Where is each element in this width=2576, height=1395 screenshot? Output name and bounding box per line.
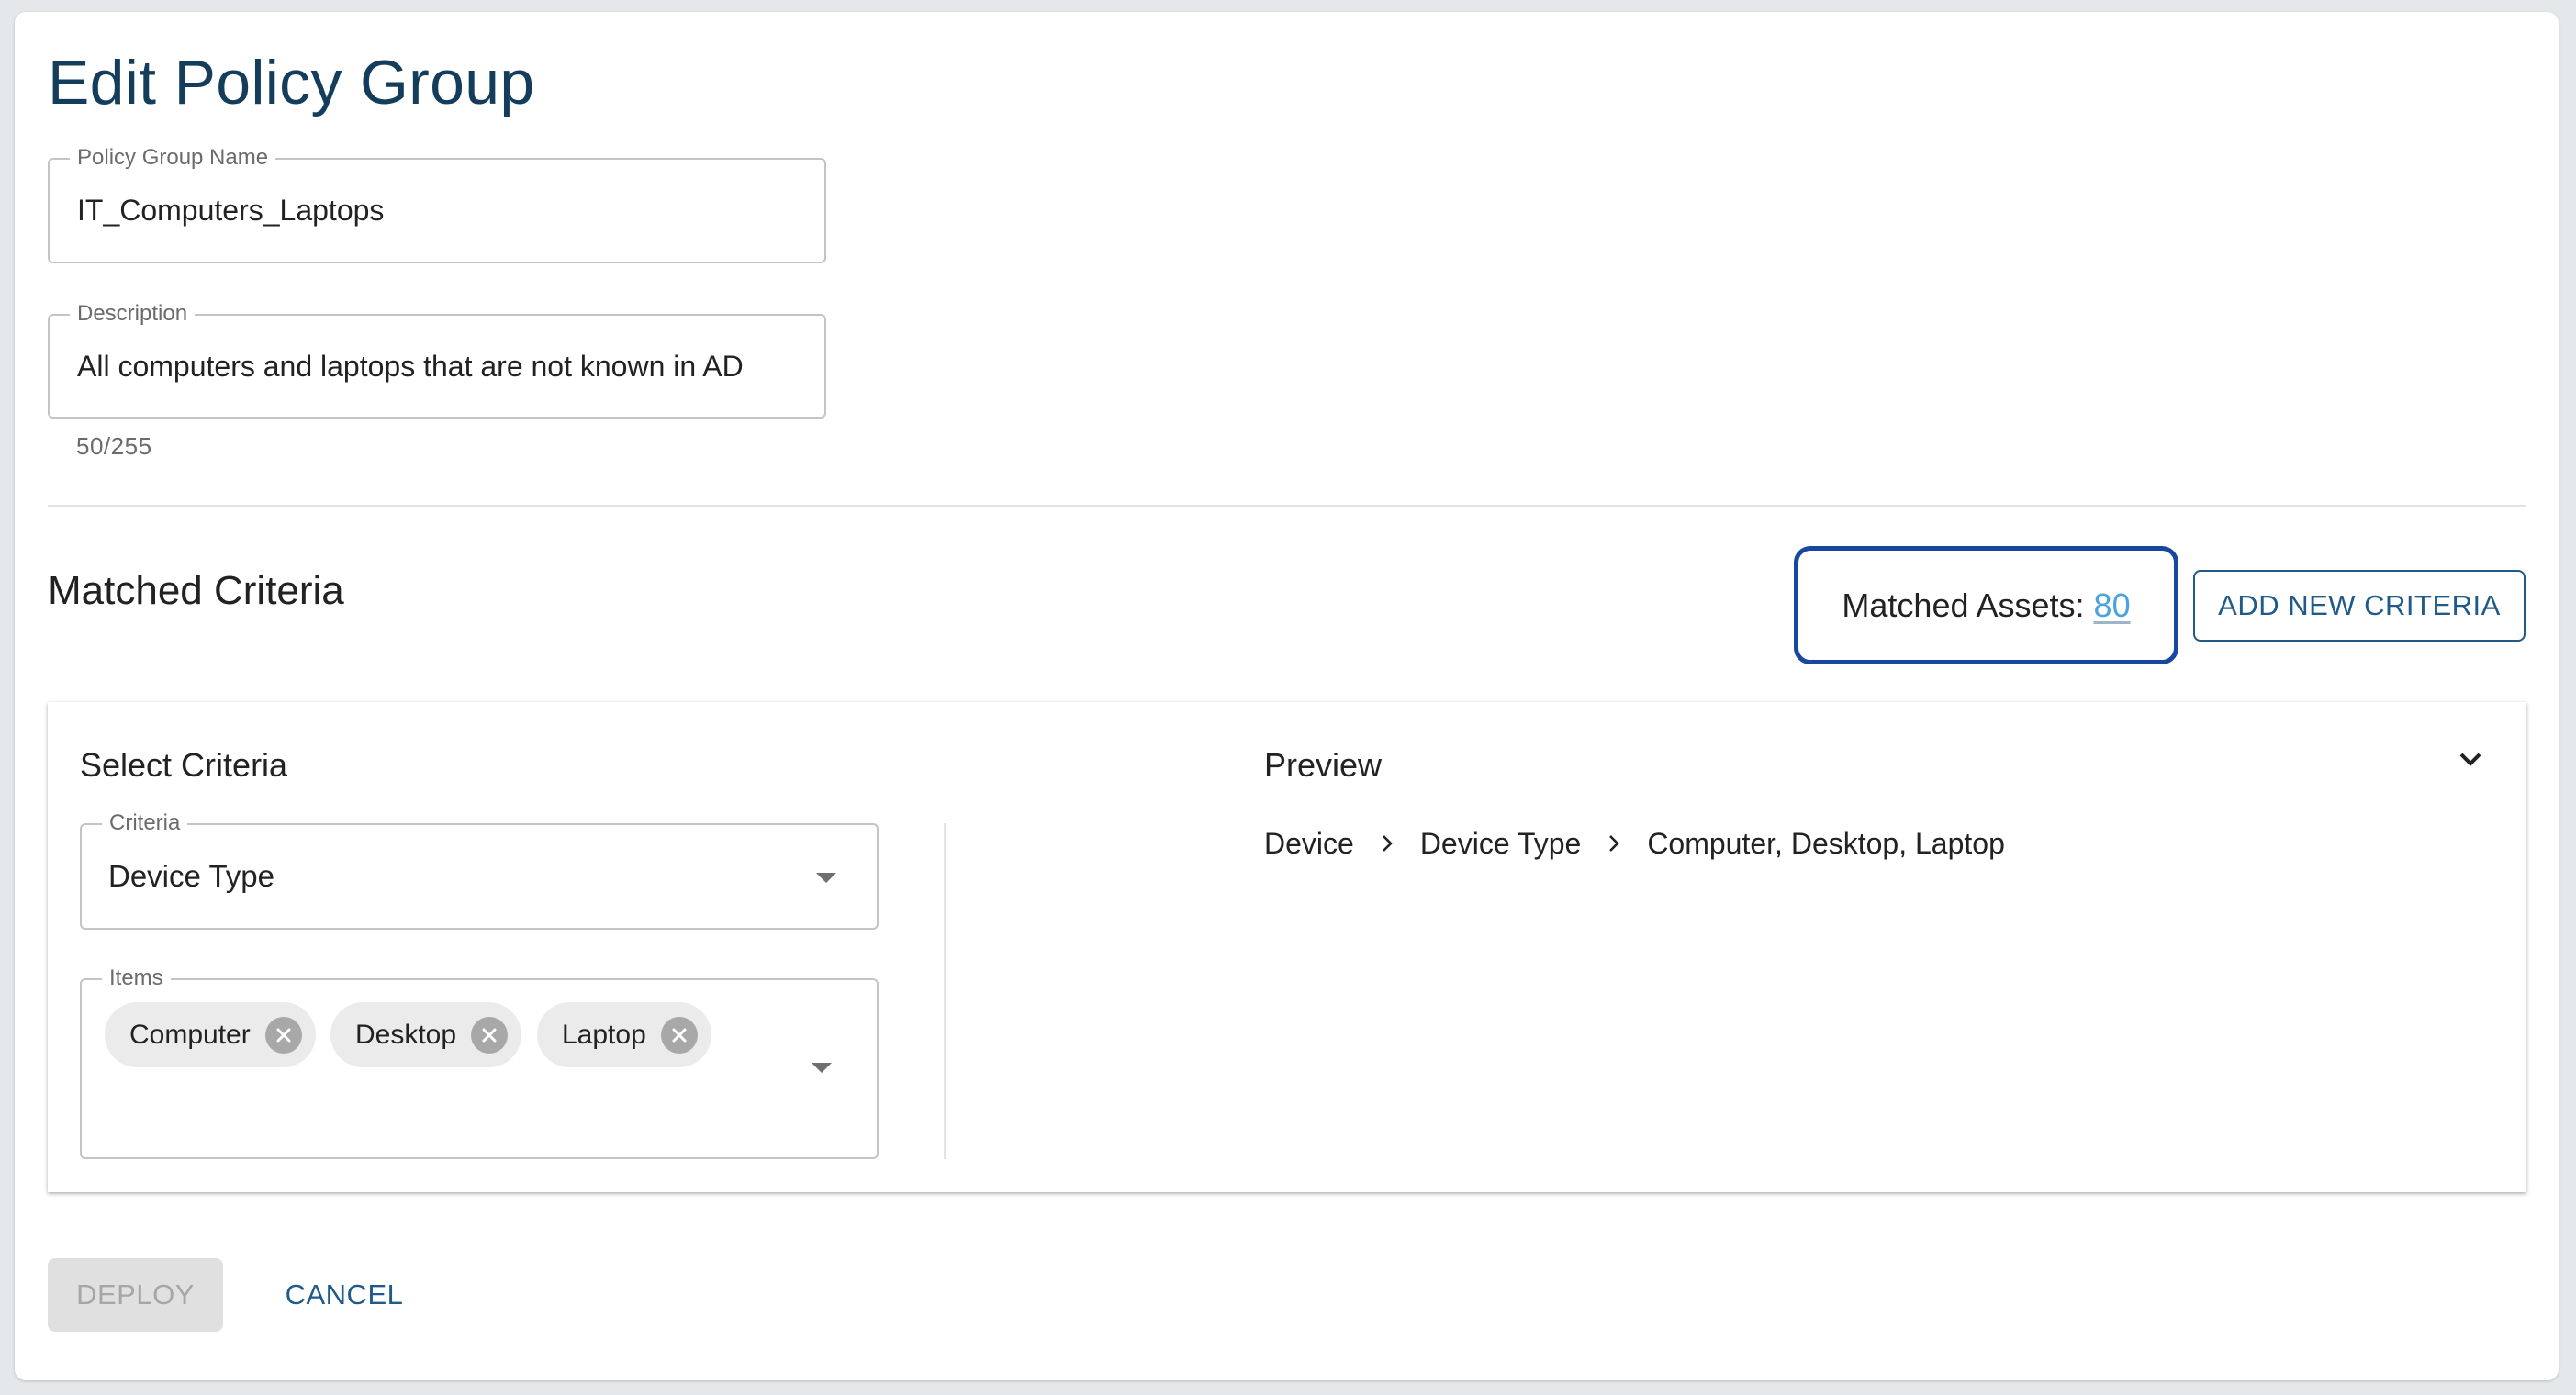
panel-divider (944, 823, 946, 1159)
policy-group-name-input[interactable]: IT_Computers_Laptops (77, 192, 384, 229)
page-title: Edit Policy Group (48, 48, 535, 117)
preview-path: Device Device Type Computer, Desktop, La… (1264, 823, 2005, 864)
criteria-select-label: Criteria (102, 809, 188, 837)
matched-assets-box: Matched Assets: 80 (1794, 546, 2178, 664)
preview-path-segment: Device (1264, 826, 1354, 860)
chip-laptop: Laptop (537, 1002, 711, 1067)
chip-computer: Computer (105, 1002, 316, 1067)
dropdown-arrow-icon[interactable] (812, 1063, 832, 1073)
preview-path-segment: Device Type (1419, 826, 1582, 860)
chip-remove-icon[interactable] (471, 1016, 509, 1054)
chevron-down-icon[interactable] (2457, 745, 2484, 773)
items-select-label: Items (102, 965, 171, 992)
select-criteria-heading: Select Criteria (80, 746, 288, 784)
description-char-count: 50/255 (76, 432, 152, 460)
policy-group-name-label: Policy Group Name (70, 144, 276, 172)
items-multiselect[interactable]: Items Computer Desktop Laptop (80, 965, 879, 1159)
description-input[interactable]: All computers and laptops that are not k… (77, 348, 744, 385)
matched-criteria-title: Matched Criteria (48, 568, 344, 613)
description-field[interactable]: Description All computers and laptops th… (48, 300, 826, 418)
chip-remove-icon[interactable] (660, 1016, 698, 1054)
chip-desktop: Desktop (330, 1002, 522, 1067)
add-new-criteria-button[interactable]: ADD NEW CRITERIA (2193, 570, 2526, 642)
matched-assets-count-link[interactable]: 80 (2094, 586, 2131, 625)
chevron-right-icon (1607, 832, 1621, 854)
criteria-card: Select Criteria Criteria Device Type Ite… (48, 702, 2526, 1192)
chip-label: Laptop (562, 1019, 646, 1050)
matched-assets-label: Matched Assets: (1842, 586, 2085, 624)
preview-heading: Preview (1264, 746, 1383, 784)
description-label: Description (70, 300, 196, 328)
chip-label: Computer (129, 1019, 251, 1050)
deploy-button[interactable]: DEPLOY (48, 1258, 223, 1332)
criteria-select-value: Device Type (108, 859, 274, 893)
chip-label: Desktop (355, 1019, 457, 1050)
section-divider (48, 505, 2526, 507)
chip-remove-icon[interactable] (264, 1016, 302, 1054)
criteria-select[interactable]: Criteria Device Type (80, 809, 879, 930)
policy-group-name-field[interactable]: Policy Group Name IT_Computers_Laptops (48, 144, 826, 263)
preview-path-segment: Computer, Desktop, Laptop (1647, 826, 2005, 860)
chevron-right-icon (1380, 832, 1394, 854)
cancel-button[interactable]: CANCEL (266, 1258, 422, 1332)
dropdown-arrow-icon[interactable] (816, 873, 836, 883)
